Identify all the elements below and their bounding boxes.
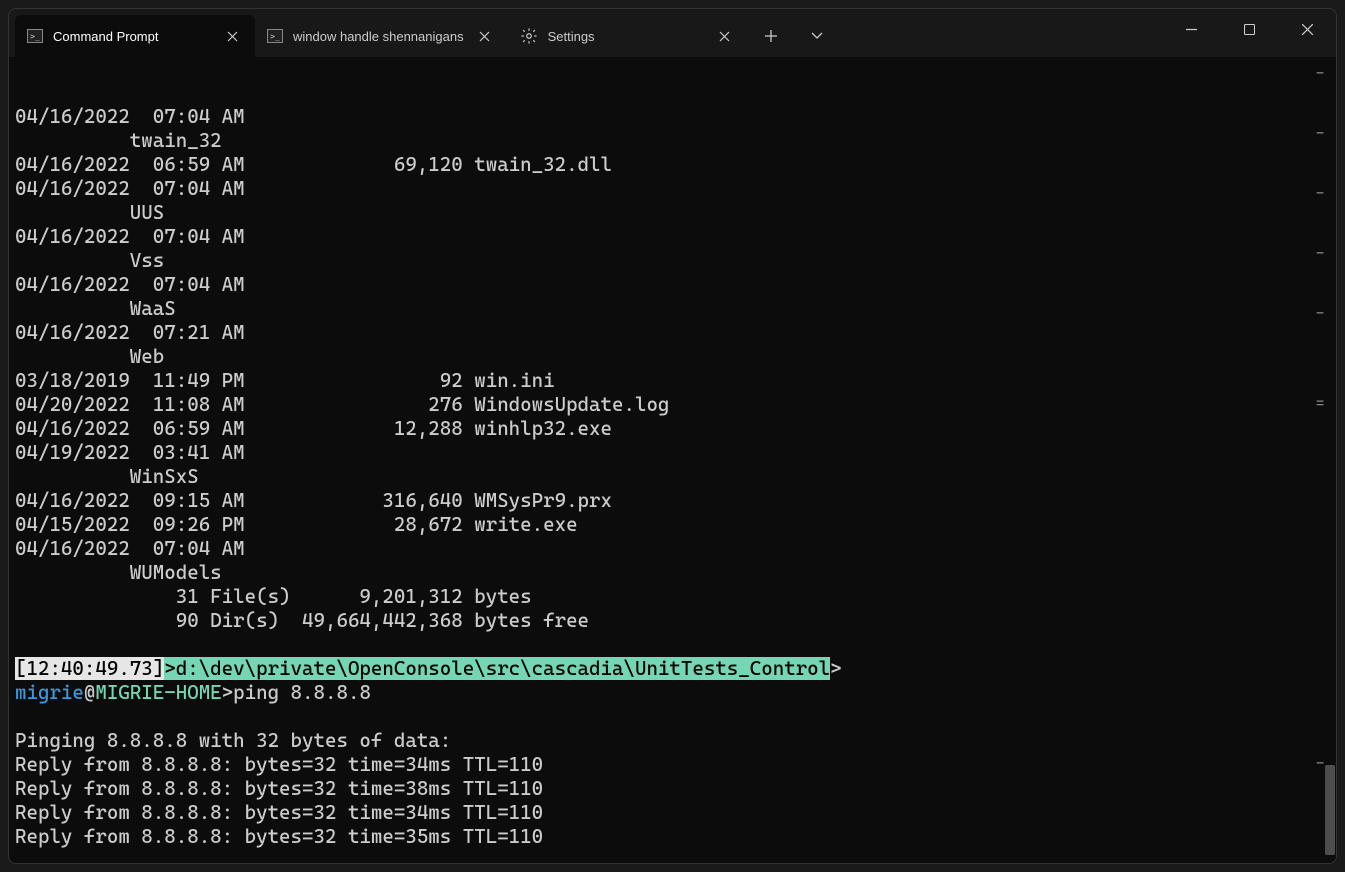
close-window-button[interactable]	[1278, 9, 1336, 49]
terminal-window: >_ Command Prompt >_ window handle shenn…	[8, 8, 1337, 864]
ping-output-line: Reply from 8.8.8.8: bytes=32 time=35ms T…	[15, 825, 1330, 849]
dir-summary-dirs: 90 Dir(s) 49,664,442,368 bytes free	[15, 609, 1330, 633]
cmd-icon: >_	[27, 29, 43, 43]
terminal-output: 04/16/2022 07:04 AM twain_3204/16/2022 0…	[15, 105, 1330, 863]
scrollbar[interactable]	[1323, 57, 1335, 863]
ping-output-line	[15, 705, 1330, 729]
plus-icon	[765, 30, 777, 42]
new-tab-button[interactable]	[748, 15, 794, 57]
close-icon	[227, 31, 238, 42]
ping-output-line	[15, 849, 1330, 863]
dir-listing-row: 04/20/2022 11:08 AM 276 WindowsUpdate.lo…	[15, 393, 1330, 417]
tab-label: Command Prompt	[53, 29, 211, 44]
dir-listing-row: 04/16/2022 09:15 AM 316,640 WMSysPr9.prx	[15, 489, 1330, 513]
dir-listing-row: 04/16/2022 07:04 AM UUS	[15, 177, 1330, 225]
gear-icon	[520, 27, 538, 45]
ping-output-line: Pinging 8.8.8.8 with 32 bytes of data:	[15, 729, 1330, 753]
cmd-icon: >_	[267, 29, 283, 43]
close-tab-button[interactable]	[714, 25, 736, 47]
tab-settings[interactable]: Settings	[508, 15, 748, 57]
close-icon	[479, 31, 490, 42]
dir-listing-row: 04/16/2022 07:04 AM twain_32	[15, 105, 1330, 153]
dir-listing-row: 04/16/2022 07:04 AM WUModels	[15, 537, 1330, 585]
prompt-line: [12:40:49.73]>d:\dev\private\OpenConsole…	[15, 657, 1330, 681]
terminal-viewport[interactable]: 04/16/2022 07:04 AM twain_3204/16/2022 0…	[9, 57, 1336, 863]
scrollbar-thumb[interactable]	[1325, 765, 1335, 855]
chevron-down-icon	[811, 32, 823, 40]
minimize-icon	[1186, 24, 1197, 35]
dir-listing-row: 04/16/2022 06:59 AM 12,288 winhlp32.exe	[15, 417, 1330, 441]
close-tab-button[interactable]	[221, 25, 243, 47]
maximize-button[interactable]	[1220, 9, 1278, 49]
dir-listing-row: 04/16/2022 06:59 AM 69,120 twain_32.dll	[15, 153, 1330, 177]
ping-output-line: Reply from 8.8.8.8: bytes=32 time=34ms T…	[15, 753, 1330, 777]
maximize-icon	[1244, 24, 1255, 35]
dir-listing-row: 04/16/2022 07:04 AM WaaS	[15, 273, 1330, 321]
tabbar-actions	[748, 9, 840, 57]
dir-listing-row: 03/18/2019 11:49 PM 92 win.ini	[15, 369, 1330, 393]
dir-summary-files: 31 File(s) 9,201,312 bytes	[15, 585, 1330, 609]
close-icon	[1302, 24, 1313, 35]
titlebar[interactable]: >_ Command Prompt >_ window handle shenn…	[9, 9, 1336, 57]
blank-line	[15, 633, 1330, 657]
tab-strip: >_ Command Prompt >_ window handle shenn…	[9, 9, 748, 57]
dir-listing-row: 04/15/2022 09:26 PM 28,672 write.exe	[15, 513, 1330, 537]
close-tab-button[interactable]	[474, 25, 496, 47]
close-icon	[719, 31, 730, 42]
window-controls	[1162, 9, 1336, 57]
tab-window-handle[interactable]: >_ window handle shennanigans	[255, 15, 508, 57]
minimize-button[interactable]	[1162, 9, 1220, 49]
ping-output-line: Reply from 8.8.8.8: bytes=32 time=38ms T…	[15, 777, 1330, 801]
ping-output-line: Reply from 8.8.8.8: bytes=32 time=34ms T…	[15, 801, 1330, 825]
prompt-userhost: migrie@MIGRIE-HOME>ping 8.8.8.8	[15, 681, 1330, 705]
tab-label: window handle shennanigans	[293, 29, 464, 44]
dir-listing-row: 04/16/2022 07:04 AM Vss	[15, 225, 1330, 273]
tab-command-prompt[interactable]: >_ Command Prompt	[15, 15, 255, 57]
tab-label: Settings	[548, 29, 704, 44]
tab-dropdown-button[interactable]	[794, 15, 840, 57]
dir-listing-row: 04/19/2022 03:41 AM WinSxS	[15, 441, 1330, 489]
dir-listing-row: 04/16/2022 07:21 AM Web	[15, 321, 1330, 369]
